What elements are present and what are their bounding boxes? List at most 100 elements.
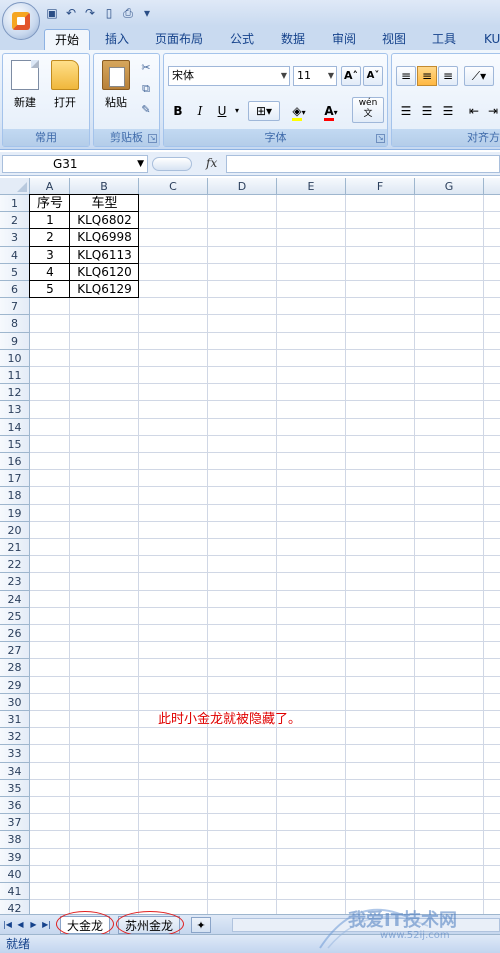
row-header[interactable]: 31 <box>0 711 30 729</box>
save-icon[interactable]: ▣ <box>44 5 60 21</box>
row-header[interactable]: 21 <box>0 539 30 557</box>
row-header[interactable]: 18 <box>0 487 30 505</box>
column-header[interactable]: F <box>346 178 415 195</box>
row-header[interactable]: 11 <box>0 367 30 385</box>
row-header[interactable]: 10 <box>0 349 30 367</box>
row-header[interactable]: 37 <box>0 814 30 832</box>
italic-button[interactable]: I <box>190 101 210 121</box>
row-header[interactable]: 22 <box>0 556 30 574</box>
tab-ku[interactable]: KU <box>474 29 500 50</box>
row-header[interactable]: 32 <box>0 728 30 746</box>
row-header[interactable]: 9 <box>0 332 30 350</box>
font-name-select[interactable]: 宋体 ▼ <box>168 66 290 86</box>
row-header[interactable]: 8 <box>0 315 30 333</box>
decrease-indent-icon[interactable]: ⇤ <box>464 101 484 121</box>
orientation-icon[interactable]: ⟋▾ <box>464 66 494 86</box>
copy-icon[interactable]: ⧉ <box>138 81 154 97</box>
align-top-icon[interactable]: ≡ <box>396 66 416 86</box>
new-doc-icon[interactable]: ▯ <box>101 5 117 21</box>
shrink-font-icon[interactable]: A˅ <box>363 66 383 86</box>
first-sheet-icon[interactable]: |◀ <box>2 918 13 932</box>
tab-page-layout[interactable]: 页面布局 <box>145 29 213 50</box>
row-header[interactable]: 14 <box>0 418 30 436</box>
row-header[interactable]: 39 <box>0 848 30 866</box>
row-header[interactable]: 20 <box>0 521 30 539</box>
row-header[interactable]: 15 <box>0 435 30 453</box>
row-header[interactable]: 30 <box>0 693 30 711</box>
formula-bar-resize-handle[interactable] <box>152 157 192 171</box>
row-header[interactable]: 29 <box>0 676 30 694</box>
next-sheet-icon[interactable]: ▶ <box>28 918 39 932</box>
row-header[interactable]: 16 <box>0 453 30 471</box>
row-header[interactable]: 19 <box>0 504 30 522</box>
row-header[interactable]: 27 <box>0 642 30 660</box>
format-painter-icon[interactable]: ✎ <box>138 102 154 118</box>
phonetic-button[interactable]: wén 文 <box>352 97 384 123</box>
open-button[interactable]: 打开 <box>45 60 85 120</box>
row-header[interactable]: 41 <box>0 883 30 901</box>
select-all-corner[interactable] <box>0 178 30 195</box>
font-size-select[interactable]: 11 ▼ <box>293 66 337 86</box>
align-bottom-icon[interactable]: ≡ <box>438 66 458 86</box>
row-header[interactable]: 7 <box>0 298 30 316</box>
row-header[interactable]: 26 <box>0 625 30 643</box>
tab-view[interactable]: 视图 <box>372 29 416 50</box>
insert-function-icon[interactable]: fx <box>206 156 217 170</box>
paste-button[interactable]: 粘贴 <box>96 60 136 120</box>
row-header[interactable]: 24 <box>0 590 30 608</box>
row-header[interactable]: 33 <box>0 745 30 763</box>
row-header[interactable]: 42 <box>0 900 30 914</box>
row-header[interactable]: 35 <box>0 779 30 797</box>
name-box[interactable]: G31 ▼ <box>2 155 148 173</box>
row-header[interactable]: 13 <box>0 401 30 419</box>
column-header[interactable]: C <box>139 178 208 195</box>
print-preview-icon[interactable]: ⎙ <box>120 5 136 21</box>
row-header[interactable]: 1 <box>0 195 30 213</box>
bold-button[interactable]: B <box>168 101 188 121</box>
column-header[interactable]: E <box>277 178 346 195</box>
column-header[interactable]: D <box>208 178 277 195</box>
tab-review[interactable]: 审阅 <box>322 29 366 50</box>
font-launcher-icon[interactable]: ↘ <box>376 134 385 143</box>
formula-input[interactable] <box>226 155 500 173</box>
undo-icon[interactable]: ↶ <box>63 5 79 21</box>
sheet-tab-suzhou-jinlong[interactable]: 苏州金龙 <box>118 916 181 934</box>
column-header[interactable]: A <box>30 178 70 195</box>
tab-tools[interactable]: 工具 <box>422 29 466 50</box>
tab-insert[interactable]: 插入 <box>95 29 139 50</box>
sheet-tab-da-jinlong[interactable]: 大金龙 <box>60 916 111 934</box>
cut-icon[interactable]: ✂ <box>138 60 154 76</box>
grow-font-icon[interactable]: A˄ <box>341 66 361 86</box>
row-header[interactable]: 28 <box>0 659 30 677</box>
row-header[interactable]: 3 <box>0 229 30 247</box>
tab-data[interactable]: 数据 <box>271 29 315 50</box>
worksheet-grid[interactable]: A B C D E F G 1 2 3 4 5 6 7 8 9 10 11 12 13 14 15 16 17 18 19 20 21… <box>0 178 500 914</box>
border-button[interactable]: ⊞▾ <box>248 101 280 121</box>
row-header[interactable]: 34 <box>0 762 30 780</box>
row-header[interactable]: 25 <box>0 607 30 625</box>
tab-formulas[interactable]: 公式 <box>220 29 264 50</box>
office-button[interactable] <box>2 2 40 40</box>
customize-icon[interactable]: ▾ <box>139 5 155 21</box>
underline-button[interactable]: U <box>212 101 232 121</box>
row-header[interactable]: 5 <box>0 263 30 281</box>
align-left-icon[interactable]: ☰ <box>396 101 416 121</box>
row-header[interactable]: 4 <box>0 246 30 264</box>
row-header[interactable]: 17 <box>0 470 30 488</box>
row-header[interactable]: 6 <box>0 281 30 299</box>
align-middle-icon[interactable]: ≡ <box>417 66 437 86</box>
row-header[interactable]: 12 <box>0 384 30 402</box>
prev-sheet-icon[interactable]: ◀ <box>15 918 26 932</box>
last-sheet-icon[interactable]: ▶| <box>41 918 52 932</box>
row-header[interactable]: 40 <box>0 865 30 883</box>
underline-dropdown-icon[interactable]: ▾ <box>232 101 242 121</box>
row-header[interactable]: 2 <box>0 212 30 230</box>
tab-home[interactable]: 开始 <box>44 29 91 50</box>
row-header[interactable]: 38 <box>0 831 30 849</box>
column-header[interactable] <box>484 178 500 195</box>
fill-color-button[interactable]: ◈▾ <box>284 101 314 121</box>
increase-indent-icon[interactable]: ⇥ <box>485 101 500 121</box>
align-right-icon[interactable]: ☰ <box>438 101 458 121</box>
insert-sheet-icon[interactable]: ✦ <box>191 917 211 933</box>
clipboard-launcher-icon[interactable]: ↘ <box>148 134 157 143</box>
